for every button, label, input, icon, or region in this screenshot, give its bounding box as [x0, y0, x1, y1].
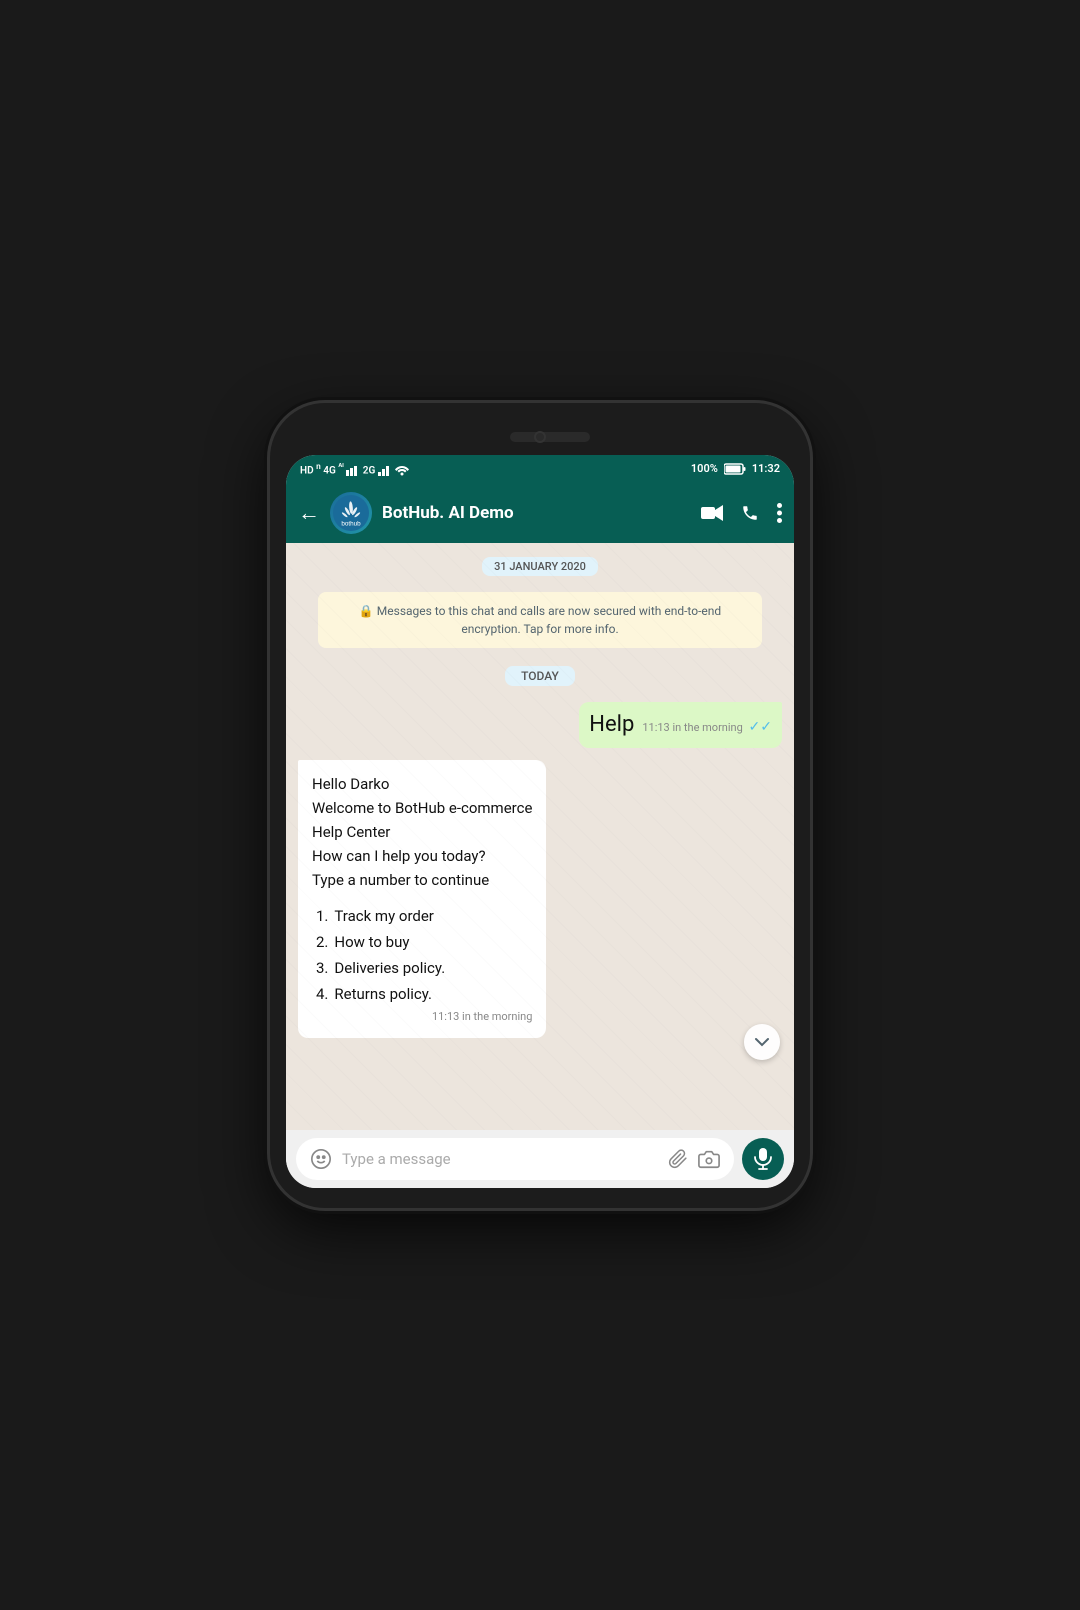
bot-line1: Welcome to BotHub e-commerce	[312, 796, 532, 820]
bot-time: 11:13 in the morning	[432, 1008, 532, 1026]
svg-text:bothub: bothub	[341, 520, 361, 527]
camera	[534, 431, 546, 443]
security-text: Messages to this chat and calls are now …	[377, 604, 721, 636]
header-info: BotHub. AI Demo	[382, 503, 691, 523]
sent-ticks: ✓✓	[749, 719, 772, 735]
phone-frame: HD n 4G ᴬᴵ 2G 100% 11:32 ←	[270, 403, 810, 1208]
received-message-row: Hello Darko Welcome to BotHub e-commerce…	[298, 760, 782, 1038]
sent-bubble-help: Help 11:13 in the morning ✓✓	[579, 702, 782, 749]
mic-icon	[754, 1148, 772, 1170]
lock-icon: 🔒	[359, 604, 374, 618]
camera-icon[interactable]	[698, 1149, 720, 1169]
bothub-logo-svg: bothub	[333, 495, 369, 531]
battery-icon	[724, 463, 746, 475]
status-icons: HD n 4G ᴬᴵ 2G	[300, 461, 410, 477]
menu-text-1: Track my order	[334, 904, 434, 928]
menu-item-1: 1. Track my order	[316, 904, 532, 928]
menu-text-3: Deliveries policy.	[334, 956, 445, 980]
menu-text-4: Returns policy.	[334, 982, 432, 1006]
menu-num-3: 3.	[316, 956, 328, 980]
wa-header: ← bothub BotHub. AI Demo	[286, 483, 794, 543]
phone-top	[286, 423, 794, 451]
today-badge: TODAY	[505, 666, 575, 686]
chat-area: 31 JANUARY 2020 🔒 Messages to this chat …	[286, 543, 794, 1130]
security-notice[interactable]: 🔒 Messages to this chat and calls are no…	[318, 592, 762, 648]
menu-num-4: 4.	[316, 982, 328, 1006]
bot-line4: Type a number to continue	[312, 868, 532, 892]
back-button[interactable]: ←	[298, 500, 320, 526]
sent-help-text: Help	[589, 710, 634, 741]
phone-call-icon[interactable]	[741, 504, 759, 522]
screen: HD n 4G ᴬᴵ 2G 100% 11:32 ←	[286, 455, 794, 1188]
message-placeholder[interactable]: Type a message	[342, 1150, 658, 1168]
menu-item-3: 3. Deliveries policy.	[316, 956, 532, 980]
scroll-down-button[interactable]	[744, 1024, 780, 1060]
status-time: 11:32	[752, 462, 780, 475]
menu-num-1: 1.	[316, 904, 328, 928]
chevron-down-icon	[754, 1034, 770, 1050]
today-divider: TODAY	[298, 666, 782, 686]
header-actions	[701, 503, 782, 523]
message-input-field[interactable]: Type a message	[296, 1138, 734, 1180]
date-badge: 31 JANUARY 2020	[482, 557, 598, 576]
avatar[interactable]: bothub	[330, 492, 372, 534]
attach-icon[interactable]	[668, 1149, 688, 1169]
sent-time: 11:13 in the morning	[642, 721, 742, 734]
status-bar: HD n 4G ᴬᴵ 2G 100% 11:32	[286, 455, 794, 483]
menu-num-2: 2.	[316, 930, 328, 954]
menu-item-2: 2. How to buy	[316, 930, 532, 954]
sent-help-content: Help 11:13 in the morning ✓✓	[589, 710, 772, 741]
sent-message-row: Help 11:13 in the morning ✓✓	[298, 702, 782, 749]
menu-item-4: 4. Returns policy.	[316, 982, 532, 1006]
date-divider: 31 JANUARY 2020	[298, 557, 782, 576]
input-bar: Type a message	[286, 1130, 794, 1188]
status-left: HD n 4G ᴬᴵ 2G	[300, 461, 410, 477]
contact-name[interactable]: BotHub. AI Demo	[382, 503, 691, 523]
status-right: 100% 11:32	[691, 462, 780, 475]
bot-greeting: Hello Darko	[312, 772, 532, 796]
bot-bubble: Hello Darko Welcome to BotHub e-commerce…	[298, 760, 546, 1038]
bot-meta: 11:13 in the morning	[312, 1008, 532, 1026]
battery-level: 100%	[691, 462, 718, 475]
emoji-icon[interactable]	[310, 1148, 332, 1170]
more-options-icon[interactable]	[777, 503, 782, 523]
bot-line3: How can I help you today?	[312, 844, 532, 868]
mic-button[interactable]	[742, 1138, 784, 1180]
menu-text-2: How to buy	[334, 930, 409, 954]
bot-line2: Help Center	[312, 820, 532, 844]
bot-menu-list: 1. Track my order 2. How to buy 3. Deliv…	[312, 904, 532, 1006]
video-call-icon[interactable]	[701, 505, 723, 521]
sent-help-meta: 11:13 in the morning ✓✓	[642, 718, 772, 738]
speaker	[510, 432, 590, 442]
